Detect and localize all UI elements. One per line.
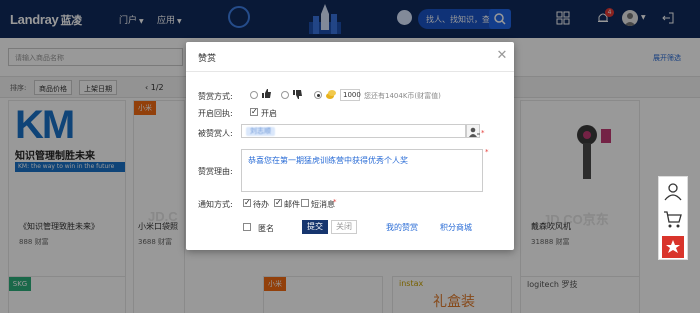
my-rewards-link[interactable]: 我的赞赏 <box>386 222 418 233</box>
required-mark: * <box>333 198 337 206</box>
radio-thumbs-up[interactable] <box>250 91 258 99</box>
amount-input[interactable]: 1000 <box>340 89 361 101</box>
thumbs-down-icon <box>293 90 302 99</box>
submit-button[interactable]: 提交 <box>302 220 328 234</box>
reason-textarea[interactable]: 恭喜您在第一期猛虎训练营中获得优秀个人奖 <box>241 149 483 192</box>
radio-coins[interactable] <box>314 91 322 99</box>
recipient-field[interactable]: 刘志顺 <box>241 124 466 138</box>
reward-dialog: 赞赏 ✕ 赞赏方式: 1000 您还有1404K币(财富值) 开启回执: 开启 … <box>186 42 514 250</box>
coins-icon <box>326 90 336 99</box>
floating-dock <box>658 176 688 260</box>
anonymous-label: 匿名 <box>258 224 274 233</box>
balance-hint: 您还有1404K币(财富值) <box>364 92 441 100</box>
reason-label: 赞赏理由: <box>198 167 233 176</box>
notify-todo-label: 待办 <box>253 200 269 209</box>
user-pick-icon <box>469 127 480 137</box>
points-mall-link[interactable]: 积分商城 <box>440 222 472 233</box>
radio-thumbs-down[interactable] <box>281 91 289 99</box>
receipt-option-label: 开启 <box>261 109 277 118</box>
notify-label: 通知方式: <box>198 200 233 209</box>
dialog-title: 赞赏 <box>198 54 217 64</box>
user-icon[interactable] <box>661 179 685 203</box>
anonymous-checkbox[interactable] <box>243 223 251 231</box>
reward-type-label: 赞赏方式: <box>198 92 233 101</box>
thumbs-up-icon <box>262 89 271 98</box>
receipt-checkbox[interactable] <box>250 107 258 116</box>
close-icon[interactable]: ✕ <box>496 49 508 62</box>
notify-email-checkbox[interactable] <box>274 198 282 207</box>
recipient-chip[interactable]: 刘志顺 <box>246 127 275 136</box>
notify-todo-checkbox[interactable] <box>243 198 251 207</box>
required-mark: * <box>485 148 489 156</box>
cart-icon[interactable] <box>661 207 685 231</box>
required-mark: * <box>481 129 485 137</box>
close-button[interactable]: 关闭 <box>331 220 357 234</box>
notify-email-label: 邮件 <box>284 200 300 209</box>
notify-sms-label: 短消息 <box>311 200 335 209</box>
divider <box>186 71 514 72</box>
select-user-button[interactable] <box>466 124 480 138</box>
reward-icon[interactable] <box>661 235 685 259</box>
notify-sms-checkbox[interactable] <box>301 199 309 207</box>
recipient-label: 被赞赏人: <box>198 129 233 138</box>
receipt-label: 开启回执: <box>198 109 233 118</box>
